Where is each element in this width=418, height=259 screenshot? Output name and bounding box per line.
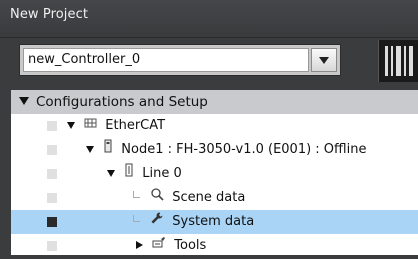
window-title-bar: New Project	[0, 0, 418, 38]
window-title: New Project	[10, 7, 89, 22]
expand-triangle-icon[interactable]	[86, 145, 94, 153]
expand-triangle-icon[interactable]	[136, 241, 143, 249]
tree-item-ethercat[interactable]: EtherCAT	[11, 114, 418, 138]
tree-item-label: System data	[172, 214, 255, 229]
tree-item-node1[interactable]: Node1 : FH-3050-v1.0 (E001) : Offline	[11, 138, 418, 162]
item-status-indicator	[47, 145, 57, 155]
tree-section-header-label: Configurations and Setup	[36, 94, 208, 110]
chevron-down-icon	[319, 56, 329, 64]
item-status-indicator	[47, 241, 57, 251]
tree-connector	[133, 190, 140, 198]
expand-triangle-icon[interactable]	[19, 97, 29, 105]
tree-item-label: Line 0	[142, 166, 182, 181]
tools-icon	[152, 234, 166, 258]
expand-triangle-icon[interactable]	[67, 121, 75, 129]
tree-item-tools[interactable]: Tools	[11, 234, 418, 258]
scene-data-icon	[150, 186, 164, 210]
device-preview-image	[378, 40, 418, 82]
line-icon	[124, 162, 134, 186]
item-status-indicator	[47, 169, 57, 179]
controller-select-value[interactable]: new_Controller_0	[23, 48, 309, 72]
tree-item-label: Tools	[174, 238, 207, 253]
controller-select-dropdown-button[interactable]	[311, 48, 337, 72]
tree-item-label: Scene data	[172, 190, 246, 205]
item-status-indicator	[47, 193, 57, 203]
multiview-explorer-tree: Configurations and Setup EtherCAT Node1 …	[11, 90, 418, 255]
tree-item-scene-data[interactable]: Scene data	[11, 186, 418, 210]
tree-item-system-data[interactable]: System data	[11, 210, 418, 234]
ethercat-icon	[84, 114, 97, 138]
wrench-icon	[150, 210, 164, 234]
tree-item-label: Node1 : FH-3050-v1.0 (E001) : Offline	[121, 142, 367, 157]
tree-item-line0[interactable]: Line 0	[11, 162, 418, 186]
tree-item-label: EtherCAT	[105, 118, 166, 133]
device-icon	[103, 138, 113, 162]
tree-connector	[133, 214, 140, 222]
item-status-indicator	[47, 121, 57, 131]
tree-section-header[interactable]: Configurations and Setup	[11, 90, 418, 114]
controller-select[interactable]: new_Controller_0	[19, 44, 341, 76]
item-status-indicator	[47, 217, 57, 227]
expand-triangle-icon[interactable]	[107, 169, 115, 177]
